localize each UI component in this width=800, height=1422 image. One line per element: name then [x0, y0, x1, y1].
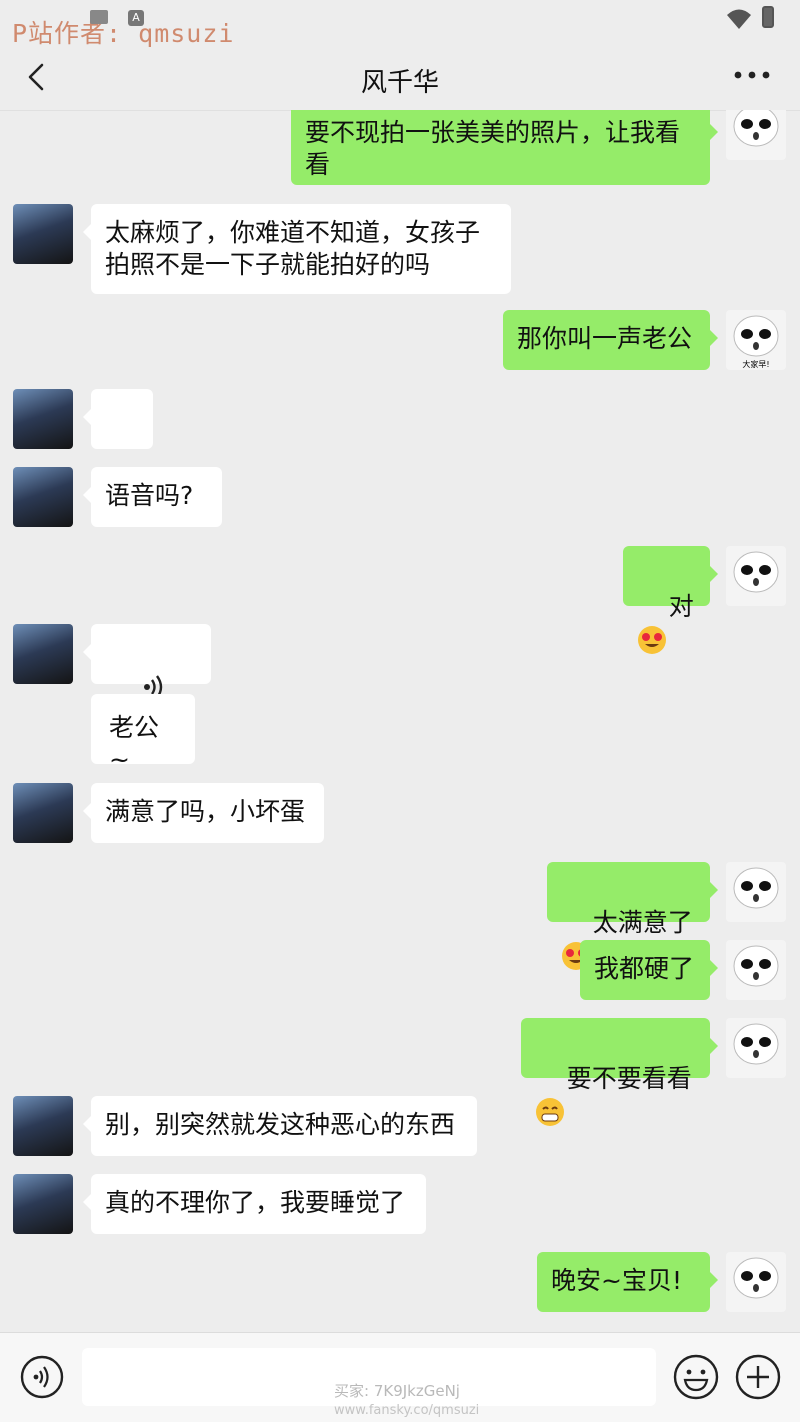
message-bubble-incoming[interactable] — [83, 389, 153, 499]
site-watermark: www.fansky.co/qmsuzi — [334, 1403, 480, 1418]
contact-avatar[interactable] — [13, 1174, 73, 1234]
message-text: 对 — [668, 592, 694, 621]
message-text: 要不要看看 — [566, 1064, 692, 1093]
grimacing-emoji-icon — [536, 1098, 564, 1126]
message-text: 太满意了 — [592, 908, 693, 937]
contact-avatar[interactable] — [13, 467, 73, 527]
emoji-picker-icon[interactable] — [672, 1353, 720, 1401]
battery-icon — [762, 6, 774, 28]
sticker-caption: 大家早! — [742, 359, 769, 369]
message-bubble-outgoing[interactable]: 要不现拍一张美美的照片，让我看 看 — [291, 110, 718, 185]
message-bubble-outgoing[interactable]: 那你叫一声老公 — [503, 310, 718, 370]
watermark-text: P站作者: qmsuzi — [12, 19, 235, 48]
message-bubble-incoming[interactable]: 语音吗? — [83, 467, 222, 527]
message-bubble-incoming[interactable]: 真的不理你了，我要睡觉了 — [83, 1174, 426, 1234]
message-bubble-incoming[interactable]: 满意了吗，小坏蛋 — [83, 783, 324, 843]
message-bubble-outgoing[interactable]: 我都硬了 — [580, 940, 718, 1000]
my-avatar[interactable] — [726, 110, 786, 160]
message-bubble-outgoing[interactable]: 太满意了 — [547, 862, 718, 970]
buyer-watermark: 买家: 7K9JkzGeNj — [334, 1382, 460, 1400]
more-options-icon[interactable] — [734, 70, 770, 80]
contact-avatar[interactable] — [13, 1096, 73, 1156]
voice-message-bubble[interactable]: 1" — [83, 624, 211, 731]
my-avatar[interactable] — [726, 1252, 786, 1312]
chat-header: 风千华 — [0, 48, 800, 111]
my-avatar[interactable] — [726, 940, 786, 1000]
message-list: 要不现拍一张美美的照片，让我看 看 太麻烦了，你难道不知道，女孩子 拍照不是一下… — [0, 110, 800, 1332]
voice-input-icon[interactable] — [20, 1355, 64, 1399]
add-more-icon[interactable] — [734, 1353, 782, 1401]
gallery-notification-icon — [90, 10, 108, 24]
heart-eyes-emoji-icon — [638, 626, 666, 654]
my-avatar[interactable]: 大家早! — [726, 310, 786, 370]
my-avatar[interactable] — [726, 862, 786, 922]
message-bubble-outgoing[interactable]: 晚安~宝贝! — [537, 1252, 718, 1312]
message-bubble-outgoing[interactable]: 对 — [623, 546, 718, 654]
a-notification-icon: A — [128, 10, 144, 26]
contact-avatar[interactable] — [13, 204, 73, 264]
message-bubble-incoming[interactable]: 太麻烦了，你难道不知道，女孩子 拍照不是一下子就能拍好的吗 — [83, 204, 511, 294]
message-bubble-incoming[interactable]: 老公~ — [91, 694, 195, 774]
status-bar: P站作者: qmsuzi A — [0, 0, 800, 48]
contact-avatar[interactable] — [13, 783, 73, 843]
message-bubble-outgoing[interactable]: 要不要看看 — [521, 1018, 718, 1126]
my-avatar[interactable] — [726, 546, 786, 606]
wifi-icon — [727, 9, 751, 29]
contact-avatar[interactable] — [13, 624, 73, 684]
chat-title: 风千华 — [360, 68, 439, 98]
contact-avatar[interactable] — [13, 389, 73, 449]
message-bubble-incoming[interactable]: 别，别突然就发这种恶心的东西 — [83, 1096, 477, 1156]
my-avatar[interactable] — [726, 1018, 786, 1078]
